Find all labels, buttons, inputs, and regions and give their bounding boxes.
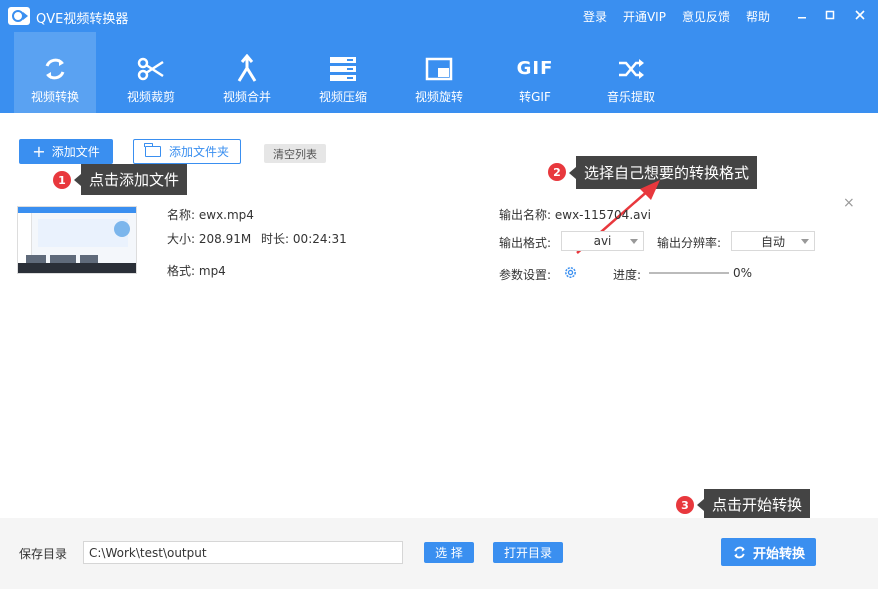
tab-music-extract[interactable]: 音乐提取: [590, 32, 672, 113]
chevron-down-icon: [801, 239, 809, 244]
choose-dir-button[interactable]: 选 择: [424, 542, 474, 563]
tab-label: 视频旋转: [414, 90, 463, 104]
annotation-tip-3: 点击开始转换: [696, 489, 811, 520]
remove-file-icon[interactable]: ×: [843, 196, 855, 210]
tab-video-rotate[interactable]: 视频旋转: [398, 32, 480, 113]
app-logo-icon: [8, 7, 30, 25]
chevron-down-icon: [630, 239, 638, 244]
plus-icon: +: [32, 141, 46, 161]
help-link[interactable]: 帮助: [746, 8, 770, 25]
add-file-label: 添加文件: [51, 145, 100, 159]
file-name-label: 名称:: [167, 208, 196, 222]
shuffle-icon: [619, 59, 644, 79]
tab-label: 转GIF: [519, 90, 551, 104]
annotation-tip-1: 点击添加文件: [73, 164, 188, 195]
start-convert-label: 开始转换: [752, 546, 805, 562]
params-label: 参数设置:: [499, 268, 552, 282]
video-thumbnail: [17, 206, 137, 274]
output-format-value: avi: [593, 234, 612, 248]
file-name-row: 名称: ewx.mp4: [167, 206, 254, 223]
file-format-row: 格式: mp4: [167, 262, 226, 279]
convert-icon: [45, 58, 65, 80]
output-format-label: 输出格式:: [499, 236, 552, 250]
compress-icon: [330, 57, 356, 81]
tab-video-merge[interactable]: 视频合并: [206, 32, 288, 113]
progress-bar: [649, 272, 729, 274]
file-name-value: ewx.mp4: [198, 208, 254, 222]
tab-label: 视频压缩: [318, 90, 367, 104]
progress-value: 0%: [733, 266, 753, 280]
gear-icon[interactable]: [563, 265, 578, 280]
tab-video-compress[interactable]: 视频压缩: [302, 32, 384, 113]
clear-list-button[interactable]: 清空列表: [264, 144, 326, 163]
tab-label: 视频合并: [222, 90, 271, 104]
file-duration-label: 时长:: [261, 232, 290, 246]
progress-label: 进度:: [613, 268, 642, 282]
tab-video-cut[interactable]: 视频裁剪: [110, 32, 192, 113]
main-toolbar: 视频转换 视频裁剪 视频合并 视频压缩 视频旋转 GIF 转GIF 音乐提取: [0, 32, 878, 113]
output-name-label: 输出名称:: [499, 208, 552, 222]
resolution-select[interactable]: 自动: [731, 231, 815, 251]
minimize-icon[interactable]: [794, 8, 810, 24]
add-folder-button[interactable]: 添加文件夹: [133, 139, 241, 164]
vip-link[interactable]: 开通VIP: [623, 8, 666, 25]
maximize-icon[interactable]: [822, 8, 838, 24]
gif-icon: GIF: [516, 58, 554, 79]
scissors-icon: [137, 57, 164, 81]
tab-to-gif[interactable]: GIF 转GIF: [494, 32, 576, 113]
add-file-button[interactable]: + 添加文件: [19, 139, 113, 164]
start-convert-button[interactable]: 开始转换: [721, 538, 816, 566]
file-format-label: 格式:: [167, 264, 196, 278]
annotation-badge-3: 3: [676, 496, 694, 514]
file-size-value: 208.91M: [198, 232, 252, 246]
convert-icon: [734, 546, 745, 558]
login-link[interactable]: 登录: [583, 8, 607, 25]
tab-label: 视频转换: [30, 90, 79, 104]
title-bar: QVE视频转换器 登录 开通VIP 意见反馈 帮助: [0, 0, 878, 32]
annotation-badge-1: 1: [53, 171, 71, 189]
add-folder-label: 添加文件夹: [168, 145, 229, 159]
resolution-value: 自动: [760, 234, 785, 249]
open-dir-button[interactable]: 打开目录: [493, 542, 563, 563]
tab-video-convert[interactable]: 视频转换: [14, 32, 96, 113]
file-format-value: mp4: [198, 264, 226, 278]
file-size-label: 大小:: [167, 232, 196, 246]
tab-label: 视频裁剪: [126, 90, 175, 104]
output-name-value: ewx-115704.avi: [554, 208, 651, 222]
merge-icon: [237, 54, 257, 82]
resolution-label: 输出分辨率:: [657, 236, 722, 250]
feedback-link[interactable]: 意见反馈: [682, 8, 730, 25]
top-links: 登录 开通VIP 意见反馈 帮助: [583, 8, 770, 25]
save-dir-label: 保存目录: [19, 547, 68, 561]
save-path-input[interactable]: [83, 541, 403, 564]
output-name-row: 输出名称: ewx-115704.avi: [499, 206, 651, 223]
file-duration-value: 00:24:31: [292, 232, 347, 246]
rotate-icon: [425, 57, 453, 81]
tab-label: 音乐提取: [606, 90, 655, 104]
close-window-icon[interactable]: [852, 8, 868, 24]
file-size-row: 大小: 208.91M 时长: 00:24:31: [167, 230, 347, 247]
app-title: QVE视频转换器: [36, 12, 129, 27]
output-format-select[interactable]: avi: [561, 231, 644, 251]
folder-icon: [144, 143, 161, 157]
